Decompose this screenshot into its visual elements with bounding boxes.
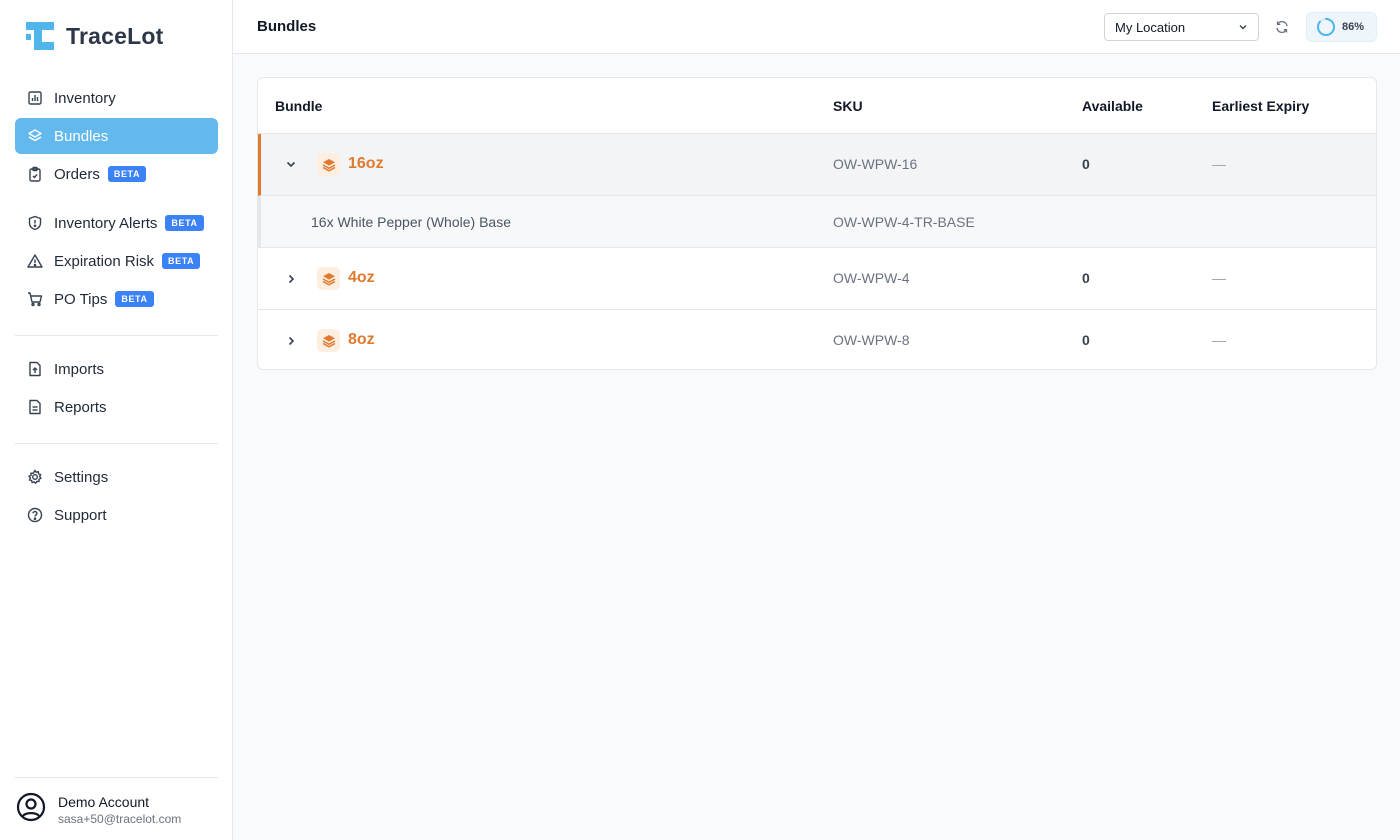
- user-avatar-icon: [16, 792, 46, 827]
- chevron-right-icon[interactable]: [283, 333, 299, 349]
- page-title: Bundles: [257, 18, 317, 35]
- file-text-icon: [26, 398, 44, 416]
- sidebar-item-reports[interactable]: Reports: [15, 389, 218, 425]
- bundle-sku: OW-WPW-4: [833, 270, 910, 286]
- shield-alert-icon: [26, 214, 44, 232]
- progress-ring: [1317, 18, 1335, 36]
- column-header-sku[interactable]: SKU: [833, 98, 863, 114]
- refresh-button[interactable]: [1272, 17, 1292, 37]
- bundle-name-link[interactable]: 4oz: [348, 269, 375, 287]
- table-row[interactable]: 8oz OW-WPW-8 0 —: [258, 310, 1376, 369]
- sidebar-item-label: Inventory Alerts: [54, 214, 158, 232]
- column-header-available[interactable]: Available: [1082, 98, 1143, 114]
- bundle-expiry: —: [1212, 156, 1226, 172]
- bundle-layers-icon: [317, 267, 340, 290]
- bundle-available: 0: [1082, 156, 1090, 172]
- sidebar-item-label: Expiration Risk: [54, 252, 155, 270]
- chart-icon: [26, 89, 44, 107]
- bundle-sku: OW-WPW-16: [833, 156, 918, 172]
- sidebar-item-label: PO Tips: [54, 290, 108, 308]
- brand-logo[interactable]: TraceLot: [26, 22, 163, 50]
- account-name: Demo Account: [58, 793, 150, 810]
- primary-nav: Inventory Bundles Orders BETA: [15, 80, 218, 194]
- account-email: sasa+50@tracelot.com: [58, 811, 182, 826]
- cart-icon: [26, 290, 44, 308]
- sidebar-item-support[interactable]: Support: [15, 497, 218, 533]
- bundle-available: 0: [1082, 270, 1090, 286]
- beta-badge: BETA: [162, 253, 201, 269]
- location-select-value: My Location: [1115, 19, 1186, 35]
- brand-name: TraceLot: [66, 22, 164, 49]
- beta-badge: BETA: [107, 166, 147, 182]
- table-row[interactable]: 16oz OW-WPW-16 0 —: [258, 134, 1376, 196]
- bundle-expiry: —: [1212, 332, 1226, 348]
- sidebar-item-bundles[interactable]: Bundles: [15, 118, 218, 154]
- location-select[interactable]: My Location: [1104, 13, 1259, 41]
- account-menu[interactable]: Demo Account sasa+50@tracelot.com: [16, 792, 181, 827]
- file-upload-icon: [26, 360, 44, 378]
- tracelot-logo-icon: [26, 22, 54, 50]
- chevron-right-icon[interactable]: [283, 271, 299, 287]
- component-name: 16x White Pepper (Whole) Base: [311, 214, 511, 230]
- sidebar-divider: [15, 443, 218, 444]
- help-icon: [26, 506, 44, 524]
- sidebar-item-inventory-alerts[interactable]: Inventory Alerts BETA: [15, 205, 218, 241]
- bundle-layers-icon: [317, 329, 340, 352]
- sidebar-item-label: Reports: [54, 398, 107, 416]
- bundle-sku: OW-WPW-8: [833, 332, 910, 348]
- settings-nav: Settings Support: [15, 459, 218, 535]
- sidebar-item-label: Orders: [54, 165, 100, 183]
- table-header: Bundle SKU Available Earliest Expiry: [258, 78, 1376, 134]
- clipboard-icon: [26, 165, 44, 183]
- chevron-down-icon[interactable]: [283, 156, 299, 172]
- bundle-name-link[interactable]: 16oz: [348, 155, 384, 173]
- bundle-available: 0: [1082, 332, 1090, 348]
- sidebar-item-label: Support: [54, 506, 107, 524]
- sidebar-item-orders[interactable]: Orders BETA: [15, 156, 218, 192]
- sidebar-item-imports[interactable]: Imports: [15, 351, 218, 387]
- sidebar-divider: [15, 777, 218, 778]
- sidebar-divider: [15, 335, 218, 336]
- column-header-bundle[interactable]: Bundle: [275, 98, 322, 114]
- progress-percent: 86%: [1342, 21, 1365, 33]
- alerts-nav: Inventory Alerts BETA Expiration Risk BE…: [15, 205, 218, 319]
- bundle-expiry: —: [1212, 270, 1226, 286]
- sidebar-item-inventory[interactable]: Inventory: [15, 80, 218, 116]
- account-info: Demo Account sasa+50@tracelot.com: [58, 794, 181, 826]
- sidebar-item-label: Inventory: [54, 89, 116, 107]
- sidebar-item-settings[interactable]: Settings: [15, 459, 218, 495]
- data-nav: Imports Reports: [15, 351, 218, 427]
- bundle-layers-icon: [317, 153, 340, 176]
- layers-icon: [26, 127, 44, 145]
- component-sku: OW-WPW-4-TR-BASE: [833, 214, 975, 230]
- table-row[interactable]: 4oz OW-WPW-4 0 —: [258, 248, 1376, 310]
- refresh-icon: [1276, 21, 1288, 33]
- sidebar-item-label: Imports: [54, 360, 105, 378]
- bundles-table: Bundle SKU Available Earliest Expiry 16o…: [257, 77, 1377, 370]
- column-header-expiry[interactable]: Earliest Expiry: [1212, 98, 1309, 114]
- beta-badge: BETA: [115, 291, 154, 307]
- beta-badge: BETA: [165, 215, 204, 231]
- bundle-name-link[interactable]: 8oz: [348, 331, 375, 349]
- sidebar-item-po-tips[interactable]: PO Tips BETA: [15, 281, 218, 317]
- sidebar: TraceLot Inventory Bundles Orders BETA I…: [0, 0, 233, 840]
- component-row: 16x White Pepper (Whole) Base OW-WPW-4-T…: [258, 196, 1376, 248]
- chevron-down-icon: [1239, 25, 1247, 30]
- sync-progress[interactable]: 86%: [1306, 12, 1377, 42]
- warning-icon: [26, 252, 44, 270]
- sidebar-item-label: Bundles: [54, 127, 109, 145]
- sidebar-item-expiration-risk[interactable]: Expiration Risk BETA: [15, 243, 218, 279]
- gear-icon: [26, 468, 44, 486]
- topbar: Bundles My Location 86%: [233, 0, 1400, 54]
- sidebar-item-label: Settings: [54, 468, 109, 486]
